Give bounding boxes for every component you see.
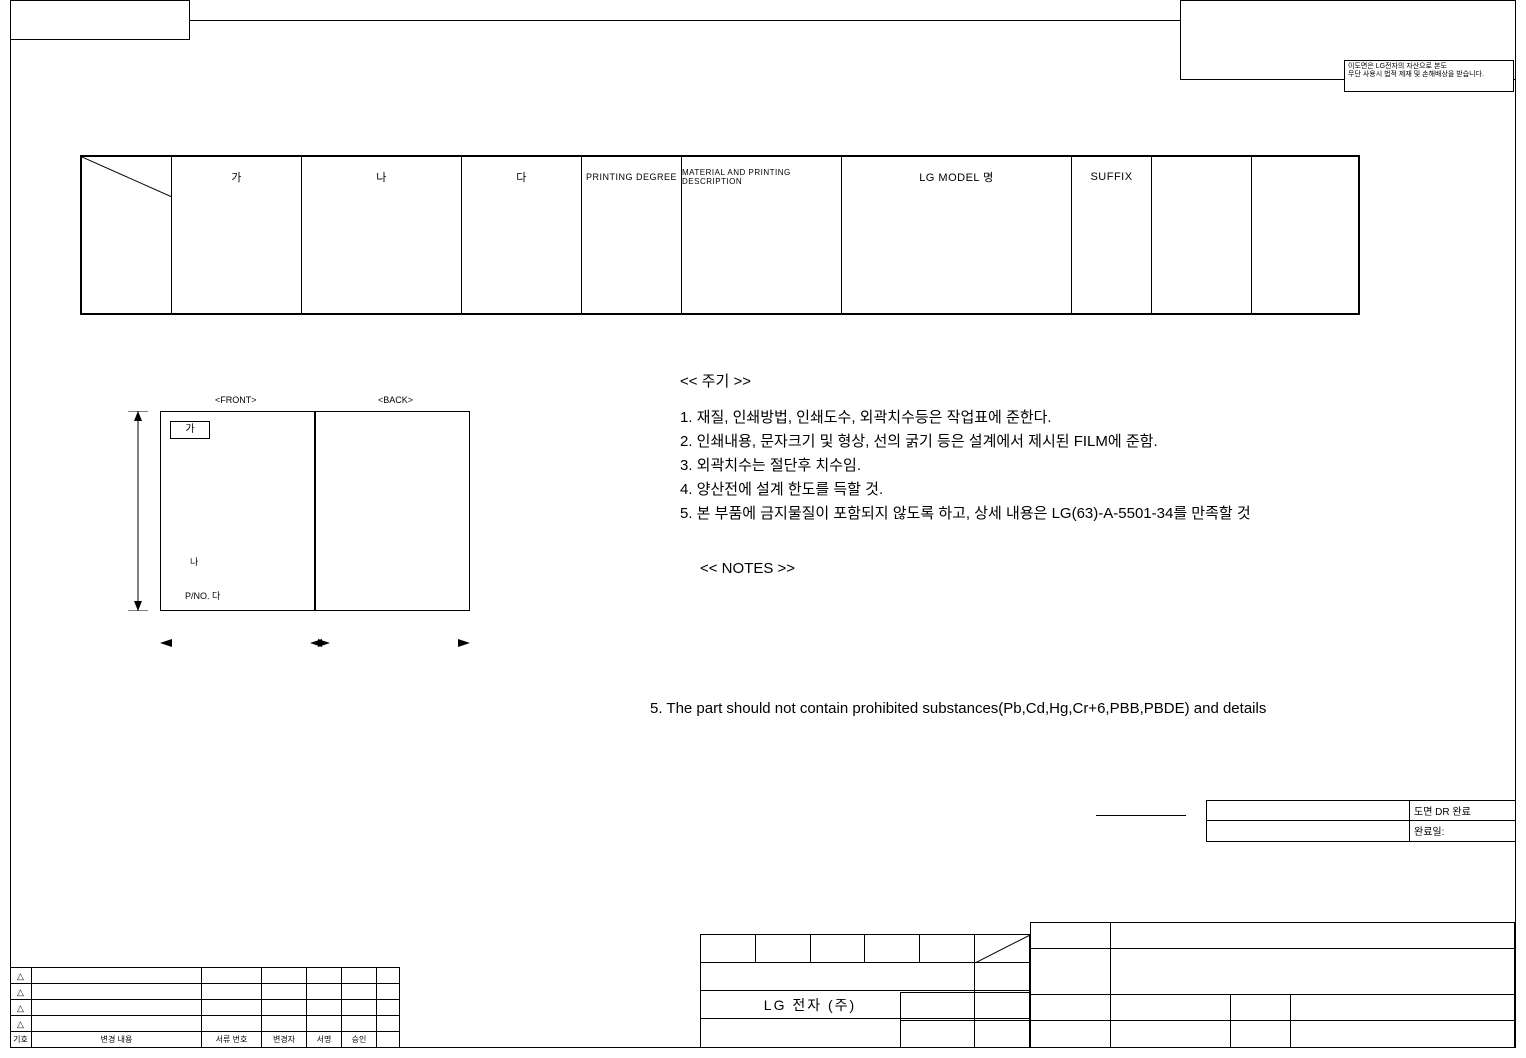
dr-sig-cell	[1207, 801, 1410, 820]
col-blank1	[1152, 157, 1251, 197]
rev-mark: △	[10, 968, 32, 983]
appr-cell	[701, 935, 756, 962]
dr-label-1: 도면 DR 완료	[1410, 801, 1515, 820]
ga-box: 가	[170, 421, 210, 439]
top-left-box	[10, 0, 190, 40]
confidential-line2: 무단 사용시 법적 제재 및 손해배상을 받습니다.	[1348, 71, 1510, 79]
rev-head-desc: 변경 내용	[32, 1032, 202, 1047]
rev-cell	[262, 1000, 307, 1015]
rev-cell	[342, 1016, 377, 1031]
horizontal-dimension	[160, 635, 470, 655]
notes-heading: << 주기 >>	[680, 370, 1251, 394]
note-1: 1. 재질, 인쇄방법, 인쇄도수, 외곽치수등은 작업표에 준한다.	[680, 406, 1251, 430]
col-material: MATERIAL AND PRINTING DESCRIPTION	[682, 157, 841, 197]
panel-diagram: <FRONT> <BACK> 가 나 P/NO. 다	[120, 395, 500, 655]
front-panel	[160, 411, 315, 611]
rev-cell	[342, 1000, 377, 1015]
rev-cell	[307, 984, 342, 999]
note-5: 5. 본 부품에 금지물질이 포함되지 않도록 하고, 상세 내용은 LG(63…	[680, 502, 1251, 526]
small-cell	[901, 993, 1029, 1021]
rev-desc	[32, 968, 202, 983]
tb-cell	[1031, 1021, 1111, 1047]
col-blank2	[1252, 157, 1358, 197]
appr-cell	[975, 963, 1030, 990]
rev-mark: △	[10, 1000, 32, 1015]
appr-cell	[811, 935, 866, 962]
rev-cell	[307, 1000, 342, 1015]
rev-head-dateno: 서류 번호	[202, 1032, 262, 1047]
rev-cell	[202, 984, 262, 999]
note-3: 3. 외곽치수는 절단후 치수임.	[680, 454, 1251, 478]
note-5-en: 5. The part should not contain prohibite…	[650, 700, 1266, 717]
notes-heading-en: << NOTES >>	[700, 560, 795, 577]
note-4: 4. 양산전에 설계 한도를 득할 것.	[680, 478, 1251, 502]
note-2: 2. 인쇄내용, 문자크기 및 형상, 선의 굵기 등은 설계에서 제시된 FI…	[680, 430, 1251, 454]
tb-cell	[1231, 1021, 1291, 1047]
appr-diag-cell	[975, 935, 1029, 962]
tb-cell	[1291, 1021, 1514, 1047]
notes-block-kr: << 주기 >> 1. 재질, 인쇄방법, 인쇄도수, 외곽치수등은 작업표에 …	[680, 370, 1251, 526]
title-block	[1030, 922, 1515, 1048]
rev-desc	[32, 984, 202, 999]
diagonal-cell	[82, 157, 171, 197]
dr-label-2: 완료일:	[1410, 821, 1515, 841]
confidential-note: 이도면은 LG전자의 자산으로 본도 무단 사용시 법적 제재 및 손해배상을 …	[1344, 60, 1514, 92]
back-panel	[315, 411, 470, 611]
rev-head-mark: 기호	[10, 1032, 32, 1047]
revision-block: △ △ △ △ 기호 변경 내용 서류 번호 변경자 서명 승인	[10, 967, 400, 1048]
col-ga: 가	[172, 157, 301, 197]
rev-cell	[262, 984, 307, 999]
rev-cell	[262, 968, 307, 983]
rev-desc	[32, 1000, 202, 1015]
tb-cell	[1291, 995, 1514, 1020]
col-suffix: SUFFIX	[1072, 157, 1151, 197]
pno-label: P/NO. 다	[185, 589, 220, 602]
small-cell	[901, 1021, 1029, 1049]
tb-cell	[1111, 995, 1231, 1020]
rev-head-appr: 승인	[342, 1032, 377, 1047]
rev-cell	[342, 984, 377, 999]
back-label: <BACK>	[378, 395, 413, 405]
rev-cell	[202, 1000, 262, 1015]
rev-mark: △	[10, 984, 32, 999]
appr-cell	[919, 963, 975, 990]
tb-cell	[1031, 949, 1111, 994]
small-side-block	[900, 992, 1030, 1048]
signature-line	[1096, 815, 1186, 816]
col-na: 나	[302, 157, 461, 197]
rev-cell	[202, 1016, 262, 1031]
dr-approval-box: 도면 DR 완료 완료일:	[1206, 800, 1516, 842]
vertical-dimension	[128, 411, 148, 611]
col-da: 다	[462, 157, 581, 197]
rev-head-by: 서명	[307, 1032, 342, 1047]
front-label: <FRONT>	[215, 395, 257, 405]
rev-desc	[32, 1016, 202, 1031]
tb-cell	[1111, 1021, 1231, 1047]
rev-cell	[307, 1016, 342, 1031]
tb-cell	[1111, 923, 1514, 948]
appr-cell	[865, 935, 920, 962]
tb-cell	[1231, 995, 1291, 1020]
appr-cell	[756, 935, 811, 962]
tb-cell	[1111, 949, 1514, 994]
rev-cell	[262, 1016, 307, 1031]
rev-cell	[307, 968, 342, 983]
rev-cell	[342, 968, 377, 983]
col-printing: PRINTING DEGREE	[582, 157, 681, 197]
na-label: 나	[190, 555, 198, 568]
rev-head-date: 변경자	[262, 1032, 307, 1047]
tb-cell	[1031, 995, 1111, 1020]
rev-mark: △	[10, 1016, 32, 1031]
dr-sig-cell-2	[1207, 821, 1410, 841]
col-model: LG MODEL 명	[842, 157, 1071, 197]
spec-table: 가 나 다 PRINTING DEGREE MATERIAL AND PRINT…	[80, 155, 1360, 315]
rev-cell	[202, 968, 262, 983]
appr-cell-wide	[701, 963, 919, 990]
tb-cell	[1031, 923, 1111, 948]
company-name: LG 전자 (주)	[701, 991, 919, 1018]
appr-cell-wide	[701, 1019, 919, 1047]
appr-cell	[920, 935, 975, 962]
